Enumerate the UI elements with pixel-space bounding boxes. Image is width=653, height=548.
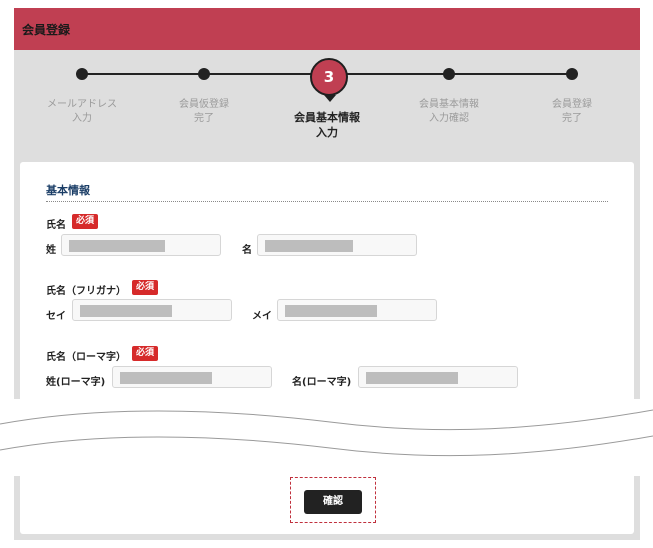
last-name-roman-input[interactable] [112, 366, 272, 388]
confirm-highlight: 確認 [290, 477, 376, 523]
first-name-label: 名 [242, 245, 252, 256]
form-footer: 確認 [14, 476, 640, 540]
redacted-value [285, 305, 377, 317]
section-title: 基本情報 [46, 184, 90, 197]
roman-field-title: 氏名（ローマ字） [46, 352, 126, 363]
page-break-wave [0, 409, 653, 457]
step-label: 会員基本情報 入力 [294, 111, 360, 139]
first-name-kana-input[interactable] [277, 299, 437, 321]
last-name-input[interactable] [61, 234, 221, 256]
first-name-roman-input[interactable] [358, 366, 518, 388]
step-label: 会員登録 完了 [552, 99, 592, 124]
step-dot [76, 68, 88, 80]
step-dot [443, 68, 455, 80]
step-dot [198, 68, 210, 80]
last-name-label: 姓 [46, 245, 56, 256]
kana-field-title: 氏名（フリガナ） [46, 286, 126, 297]
page-title: 会員登録 [22, 23, 71, 37]
progress-stepper: メールアドレス 入力 会員仮登録 完了 3 会員基本情報 入力 会員基本情報 入… [14, 50, 640, 162]
required-badge: 必須 [132, 346, 159, 361]
redacted-value [80, 305, 172, 317]
step-dot [566, 68, 578, 80]
first-name-kana-label: メイ [252, 311, 272, 322]
footer-card: 確認 [20, 476, 634, 534]
first-name-input[interactable] [257, 234, 417, 256]
confirm-button[interactable]: 確認 [304, 490, 362, 514]
last-name-roman-label: 姓(ローマ字) [46, 377, 106, 388]
page-header: 会員登録 [14, 8, 640, 50]
last-name-kana-label: セイ [46, 311, 66, 322]
form-card: 基本情報 氏名 必須 姓 名 氏名（フリガナ） 必須 セイ メイ 氏名（ローマ字… [20, 162, 634, 399]
required-badge: 必須 [132, 280, 159, 295]
last-name-kana-input[interactable] [72, 299, 232, 321]
section-divider [46, 201, 608, 202]
first-name-roman-label: 名(ローマ字) [292, 377, 352, 388]
registration-frame: 会員登録 メールアドレス 入力 会員仮登録 完了 3 会員基本情報 入力 会員基… [14, 8, 640, 399]
step-label: メールアドレス 入力 [47, 99, 117, 124]
active-step-number: 3 [310, 58, 348, 102]
step-label: 会員基本情報 入力確認 [419, 99, 479, 124]
redacted-value [69, 240, 165, 252]
step-label: 会員仮登録 完了 [179, 99, 229, 124]
redacted-value [120, 372, 212, 384]
redacted-value [366, 372, 458, 384]
name-field-title: 氏名 [46, 220, 66, 231]
redacted-value [265, 240, 353, 252]
required-badge: 必須 [72, 214, 99, 229]
